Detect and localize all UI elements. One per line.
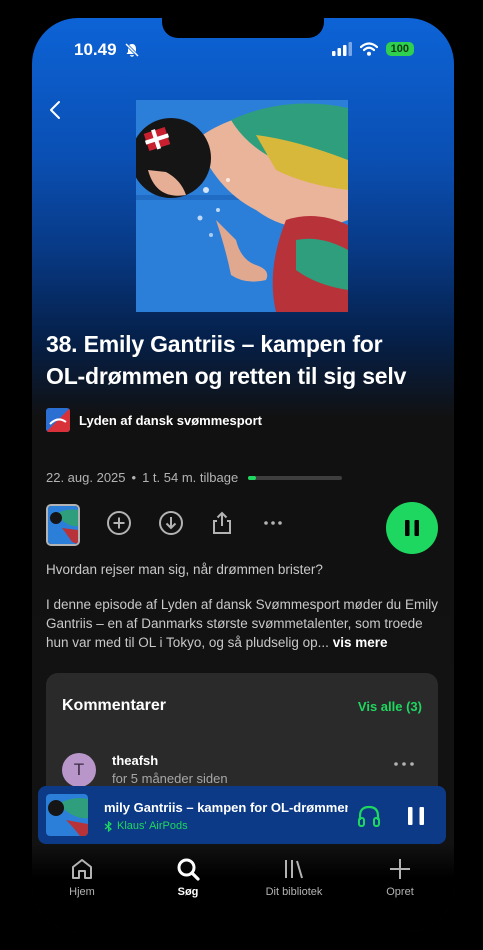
nav-home[interactable]: Hjem [32, 856, 132, 898]
comment-timestamp: for 5 måneder siden [112, 771, 228, 786]
avatar[interactable]: T [62, 753, 96, 787]
device-name: Klaus' AirPods [117, 820, 188, 832]
playback-progress-fill [248, 475, 256, 480]
mini-player[interactable]: mily Gantriis – kampen for OL-drømmen og… [38, 786, 446, 844]
mini-player-cover [46, 794, 88, 836]
see-all-comments-link[interactable]: Vis alle (3) [358, 699, 422, 714]
show-thumbnail [46, 408, 70, 432]
show-name: Lyden af dansk svømmesport [79, 412, 263, 428]
description-body-wrapper: I denne episode af Lyden af dansk Svømme… [46, 595, 441, 652]
description-intro: Hvordan rejser man sig, når drømmen bris… [46, 562, 323, 577]
meta-separator: • [131, 470, 137, 485]
bottom-navigation: Hjem Søg Dit bibliotek Opret [32, 844, 454, 932]
add-icon[interactable] [106, 510, 132, 536]
more-options-icon[interactable] [260, 510, 286, 536]
mini-player-title: mily Gantriis – kampen for OL-drømmen og… [104, 800, 348, 815]
episode-date: 22. aug. 2025 [46, 470, 126, 485]
share-icon[interactable] [209, 510, 235, 536]
action-row [46, 502, 438, 554]
library-icon [285, 860, 303, 879]
episode-description: Hvordan rejser man sig, når drømmen bris… [46, 560, 441, 668]
headphones-icon[interactable] [356, 803, 382, 829]
status-time: 10.49 [74, 40, 117, 59]
wifi-icon [359, 42, 378, 56]
bluetooth-icon [104, 820, 112, 832]
connected-device[interactable]: Klaus' AirPods [104, 820, 188, 832]
nav-search-label: Søg [177, 886, 199, 898]
search-icon [177, 858, 200, 881]
download-icon[interactable] [158, 510, 184, 536]
nav-library-label: Dit bibliotek [265, 886, 323, 898]
nav-home-label: Hjem [69, 886, 95, 898]
swimmer-image [136, 100, 348, 312]
episode-cover-art [136, 100, 348, 312]
time-remaining: 1 t. 54 m. tilbage [142, 470, 239, 485]
show-more-link[interactable]: vis mere [333, 635, 388, 650]
episode-preview-thumbnail[interactable] [46, 504, 80, 546]
episode-meta: 22. aug. 2025 • 1 t. 54 m. tilbage [46, 470, 343, 485]
notch [162, 18, 324, 38]
nav-create[interactable]: Opret [350, 856, 450, 898]
episode-title: 38. Emily Gantriis – kampen for OL-drømm… [46, 331, 407, 389]
plus-icon [390, 859, 410, 879]
nav-create-label: Opret [386, 886, 414, 898]
battery-indicator: 100 [385, 42, 414, 56]
home-icon [72, 859, 92, 879]
pause-button[interactable] [386, 502, 438, 554]
playback-progress-bar [248, 475, 343, 480]
back-chevron-icon[interactable] [44, 98, 68, 122]
nav-search[interactable]: Søg [138, 856, 238, 898]
signal-icon [331, 42, 352, 56]
nav-library[interactable]: Dit bibliotek [244, 856, 344, 898]
comment-more-icon[interactable] [392, 759, 416, 769]
status-icons: 100 [331, 42, 414, 56]
show-link[interactable]: Lyden af dansk svømmesport [46, 408, 262, 432]
phone-screen: 10.49 100 38. Emily Gantriis – kampen fo… [32, 18, 454, 932]
comments-title: Kommentarer [62, 697, 167, 714]
pause-icon [405, 520, 419, 536]
mini-player-pause-icon[interactable] [404, 804, 428, 828]
comment-username[interactable]: theafsh [112, 753, 158, 768]
bell-muted-icon [124, 42, 140, 58]
